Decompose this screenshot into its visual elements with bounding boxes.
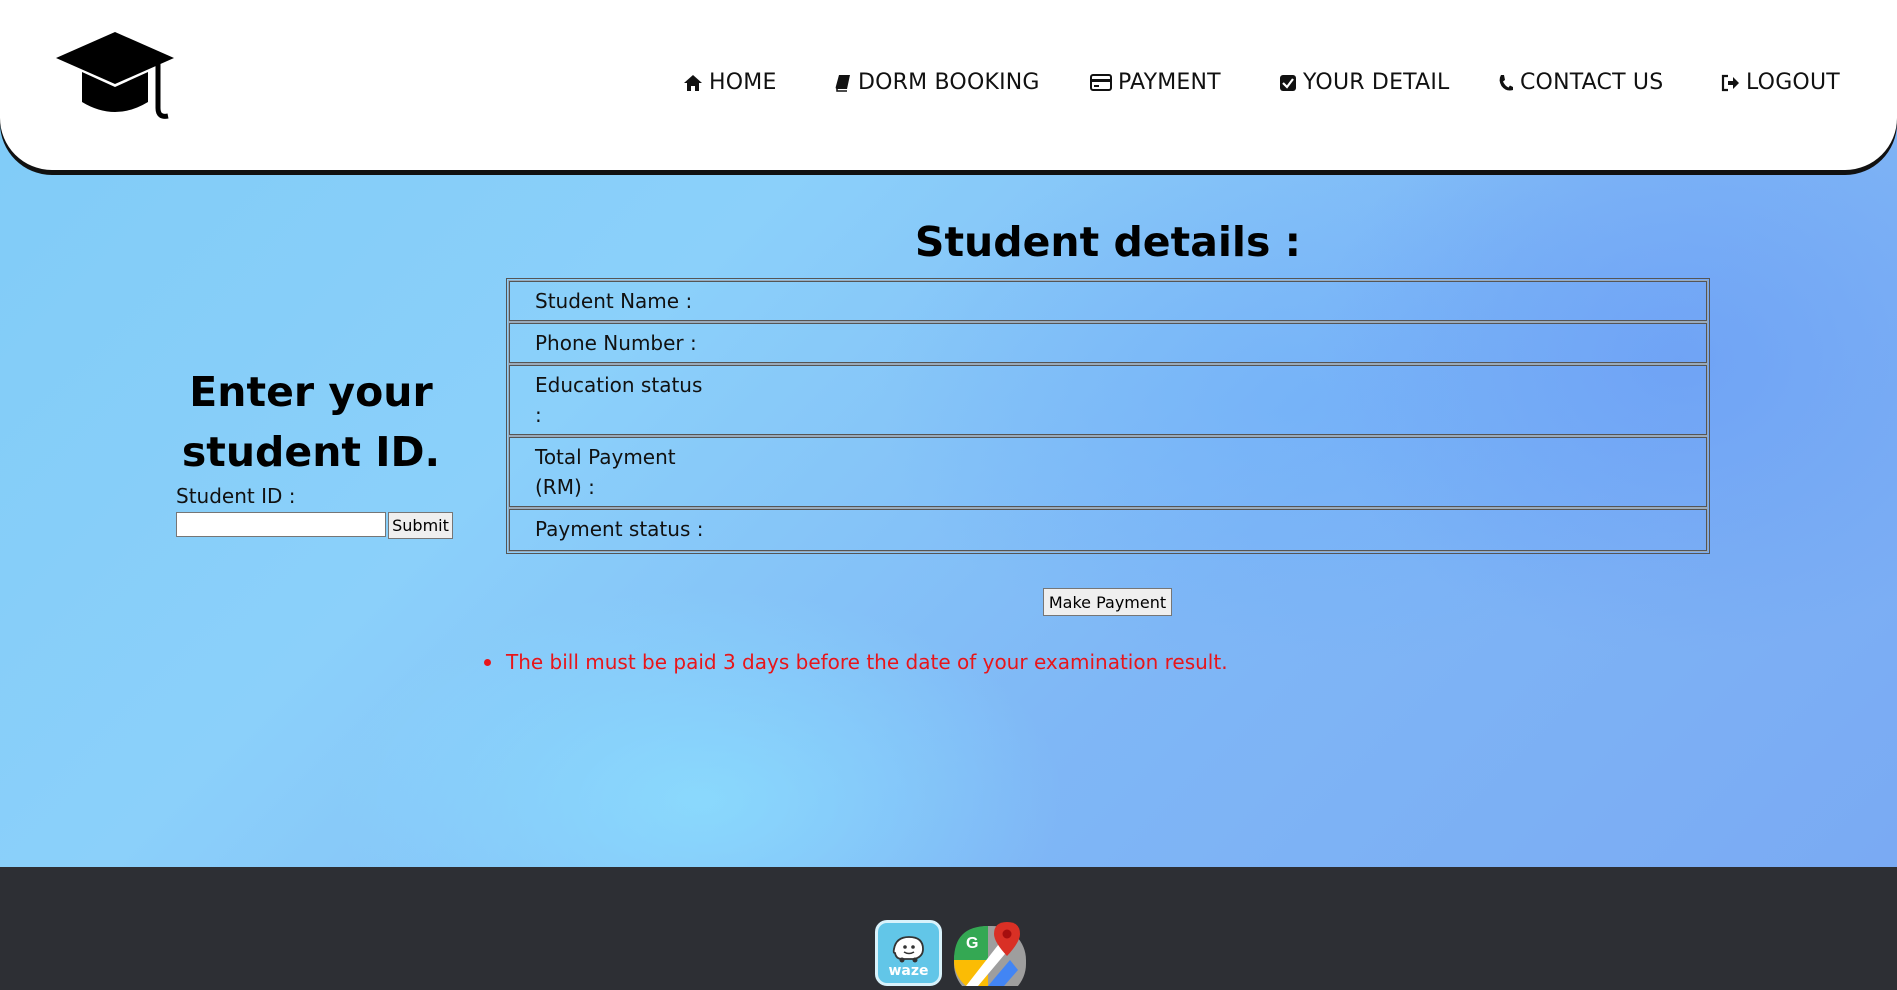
google-maps-icon[interactable]: G <box>952 920 1026 990</box>
student-id-input[interactable] <box>176 512 386 537</box>
nav-dorm-booking-label: DORM BOOKING <box>858 70 1040 95</box>
nav-contact-us-label: CONTACT US <box>1520 70 1664 95</box>
nav-payment[interactable]: PAYMENT <box>1090 70 1221 95</box>
main-nav: HOME DORM BOOKING PAYMENT YOUR DETAIL CO… <box>0 70 1897 100</box>
nav-your-detail-label: YOUR DETAIL <box>1303 70 1450 95</box>
waze-face-icon <box>892 936 924 963</box>
sign-out-icon <box>1721 74 1739 91</box>
detail-label: Payment status : <box>535 517 704 541</box>
student-details-table: Student Name : Phone Number : Education … <box>506 278 1710 554</box>
credit-card-icon <box>1090 74 1112 91</box>
footer-map-links: waze G <box>875 920 1026 990</box>
detail-label: Student Name : <box>535 289 693 313</box>
check-square-icon <box>1280 74 1296 91</box>
nav-home-label: HOME <box>709 70 777 95</box>
student-details-title: Student details : <box>914 218 1302 266</box>
detail-label: Education status : <box>535 373 703 427</box>
detail-label: Total Payment (RM) : <box>535 445 676 499</box>
phone-icon <box>1499 74 1513 90</box>
nav-dorm-booking[interactable]: DORM BOOKING <box>834 70 1040 95</box>
nav-logout[interactable]: LOGOUT <box>1720 70 1840 95</box>
student-id-label: Student ID : <box>176 484 296 508</box>
nav-payment-label: PAYMENT <box>1118 70 1221 95</box>
book-icon <box>835 74 850 92</box>
bullet-icon <box>484 658 491 666</box>
lookup-title: Enter your student ID. <box>181 368 441 476</box>
make-payment-button[interactable]: Make Payment <box>1043 588 1172 616</box>
detail-row-phone-number: Phone Number : <box>508 322 1708 364</box>
payment-notice-text: The bill must be paid 3 days before the … <box>506 650 1228 674</box>
nav-your-detail[interactable]: YOUR DETAIL <box>1279 70 1450 95</box>
detail-row-student-name: Student Name : <box>508 280 1708 322</box>
detail-label: Phone Number : <box>535 331 697 355</box>
site-header: HOME DORM BOOKING PAYMENT YOUR DETAIL CO… <box>0 0 1897 170</box>
waze-icon[interactable]: waze <box>875 920 942 986</box>
waze-label: waze <box>888 963 929 979</box>
nav-contact-us[interactable]: CONTACT US <box>1498 70 1663 95</box>
detail-row-education-status: Education status : <box>508 364 1708 436</box>
detail-row-total-payment: Total Payment (RM) : <box>508 436 1708 508</box>
svg-text:G: G <box>966 935 978 952</box>
payment-notice: The bill must be paid 3 days before the … <box>484 650 1228 674</box>
detail-row-payment-status: Payment status : <box>508 508 1708 552</box>
nav-logout-label: LOGOUT <box>1746 70 1840 95</box>
home-icon <box>684 74 702 91</box>
submit-button[interactable]: Submit <box>388 512 453 539</box>
nav-home[interactable]: HOME <box>683 70 777 95</box>
